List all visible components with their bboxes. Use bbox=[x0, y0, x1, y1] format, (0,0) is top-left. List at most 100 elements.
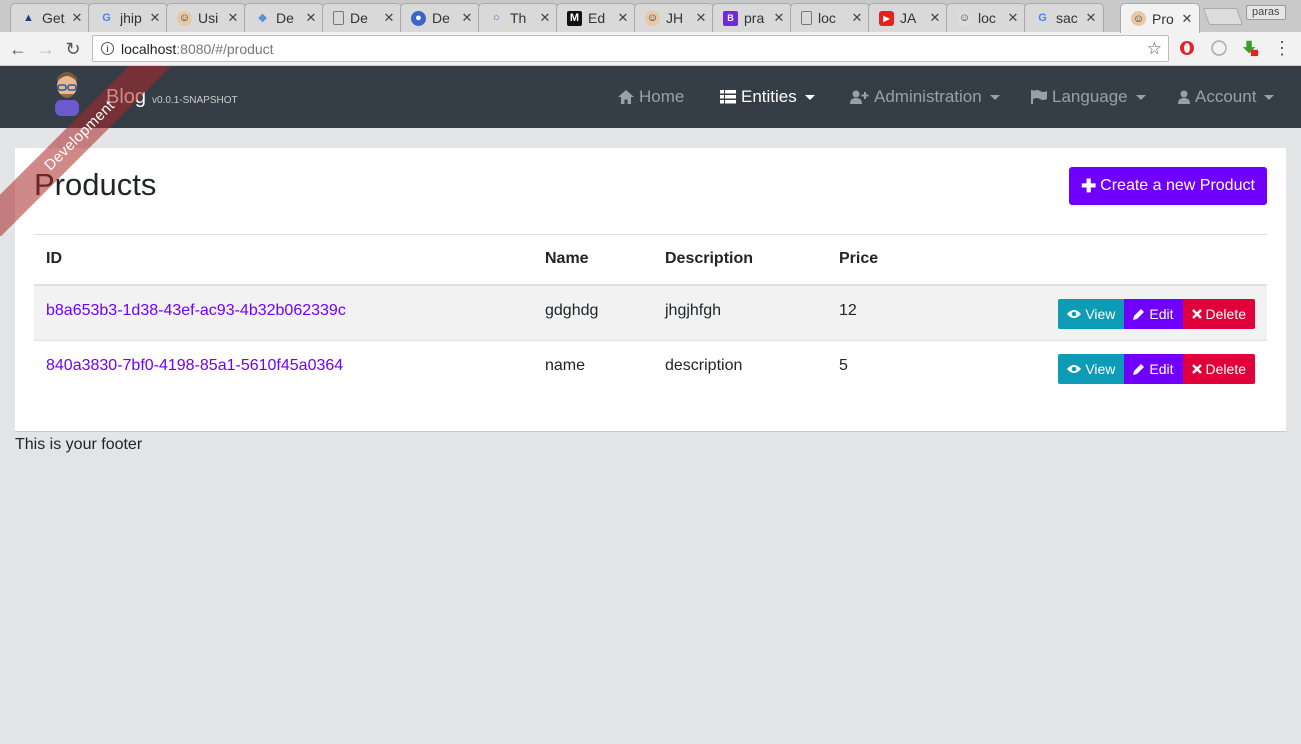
browser-tab[interactable]: ☺ Usi ✕ bbox=[166, 3, 246, 32]
close-icon[interactable]: ✕ bbox=[539, 10, 551, 26]
caret-down-icon bbox=[804, 94, 815, 100]
url-path: :8080/#/product bbox=[176, 40, 274, 57]
jhipster-icon: ☺ bbox=[1131, 11, 1146, 26]
caret-down-icon bbox=[989, 94, 1000, 100]
cell-id: b8a653b3-1d38-43ef-ac93-4b32b062339c bbox=[34, 284, 533, 341]
brand-version: v0.0.1-SNAPSHOT bbox=[152, 94, 238, 106]
brand-title: Blog bbox=[106, 85, 147, 108]
jhipster-icon: ☺ bbox=[957, 10, 972, 26]
jhipster-icon: ☺ bbox=[177, 10, 192, 26]
menu-kebab-icon[interactable]: ⋮ bbox=[1273, 38, 1291, 58]
cell-description: jhgjhfgh bbox=[653, 284, 827, 341]
close-icon[interactable]: ✕ bbox=[383, 10, 395, 26]
view-button[interactable]: View bbox=[1058, 298, 1125, 329]
nav-home[interactable]: Home bbox=[618, 87, 684, 107]
browser-tab[interactable]: M Ed ✕ bbox=[556, 3, 636, 32]
bootstrap-icon: B bbox=[723, 10, 738, 26]
opera-icon[interactable] bbox=[1178, 39, 1196, 57]
bookmark-star-icon[interactable]: ☆ bbox=[1147, 39, 1162, 59]
row-action-group: View Edit Delete bbox=[1058, 298, 1255, 329]
edit-button[interactable]: Edit bbox=[1124, 354, 1183, 384]
table-row: 840a3830-7bf0-4198-85a1-5610f45a0364 nam… bbox=[34, 340, 1267, 397]
delete-button[interactable]: Delete bbox=[1182, 298, 1255, 329]
browser-tab[interactable]: ▲ Get ✕ bbox=[10, 3, 90, 32]
page-icon bbox=[333, 11, 344, 25]
nav-entities[interactable]: Entities bbox=[720, 87, 815, 107]
nav-account[interactable]: Account bbox=[1178, 87, 1275, 107]
browser-tab[interactable]: De ✕ bbox=[322, 3, 402, 32]
profile-badge[interactable]: paras bbox=[1246, 5, 1286, 20]
home-icon bbox=[618, 90, 634, 104]
caret-down-icon bbox=[1264, 94, 1275, 100]
info-icon[interactable]: i bbox=[101, 42, 114, 55]
view-button[interactable]: View bbox=[1058, 354, 1125, 384]
close-icon[interactable]: ✕ bbox=[929, 10, 941, 26]
delete-button[interactable]: Delete bbox=[1182, 354, 1255, 384]
column-header-id[interactable]: ID bbox=[34, 234, 533, 286]
column-header-name[interactable]: Name bbox=[533, 234, 653, 286]
list-icon bbox=[720, 90, 736, 104]
browser-tab[interactable]: B pra ✕ bbox=[712, 3, 792, 32]
cell-price: 5 bbox=[827, 340, 967, 397]
products-card: Products ✚ Create a new Product ID Name … bbox=[15, 148, 1286, 432]
brand-link[interactable]: Blog v0.0.1-SNAPSHOT bbox=[50, 72, 238, 116]
cell-id: 840a3830-7bf0-4198-85a1-5610f45a0364 bbox=[34, 340, 533, 397]
close-icon[interactable]: ✕ bbox=[1007, 10, 1019, 26]
extension-icon[interactable] bbox=[1210, 39, 1228, 57]
address-bar[interactable]: i localhost:8080/#/product ☆ bbox=[92, 35, 1169, 62]
browser-tab-active[interactable]: ☺ Pro ✕ bbox=[1120, 3, 1200, 33]
browser-tab[interactable]: G jhip ✕ bbox=[88, 3, 168, 32]
close-icon[interactable]: ✕ bbox=[1085, 10, 1097, 26]
pencil-icon bbox=[1133, 364, 1145, 375]
edit-button[interactable]: Edit bbox=[1124, 298, 1183, 329]
product-id-link[interactable]: 840a3830-7bf0-4198-85a1-5610f45a0364 bbox=[46, 357, 343, 374]
close-icon[interactable]: ✕ bbox=[617, 10, 629, 26]
reload-icon[interactable]: ↻ bbox=[62, 38, 84, 60]
browser-tab[interactable]: ▶ JA ✕ bbox=[868, 3, 948, 32]
jhipster-icon: ☺ bbox=[645, 10, 660, 26]
browser-tab[interactable]: ○ Th ✕ bbox=[478, 3, 558, 32]
page-footer: This is your footer bbox=[15, 436, 143, 453]
app-navbar: Blog v0.0.1-SNAPSHOT Home Entities Admin… bbox=[0, 66, 1301, 128]
forward-arrow-icon[interactable]: → bbox=[35, 38, 57, 60]
flag-icon bbox=[1031, 90, 1047, 104]
user-icon bbox=[1178, 90, 1190, 104]
browser-tab[interactable]: ❖ De ✕ bbox=[244, 3, 324, 32]
create-product-button[interactable]: ✚ Create a new Product bbox=[1069, 167, 1267, 205]
column-header-description[interactable]: Description bbox=[653, 234, 827, 286]
close-icon[interactable]: ✕ bbox=[1181, 11, 1193, 27]
browser-tab[interactable]: loc ✕ bbox=[790, 3, 870, 32]
page-title: Products bbox=[34, 167, 157, 202]
close-icon[interactable]: ✕ bbox=[461, 10, 473, 26]
jhipster-logo-icon bbox=[50, 72, 84, 116]
column-header-price[interactable]: Price bbox=[827, 234, 967, 286]
cell-actions: View Edit Delete bbox=[967, 284, 1267, 341]
close-icon[interactable]: ✕ bbox=[695, 10, 707, 26]
back-arrow-icon[interactable]: ← bbox=[7, 38, 29, 60]
close-icon[interactable]: ✕ bbox=[851, 10, 863, 26]
close-icon[interactable]: ✕ bbox=[71, 10, 83, 26]
nav-language[interactable]: Language bbox=[1031, 87, 1146, 107]
webpack-icon: ❖ bbox=[257, 12, 268, 25]
cell-name: name bbox=[533, 340, 653, 397]
youtube-icon: ▶ bbox=[879, 10, 894, 26]
close-icon[interactable]: ✕ bbox=[227, 10, 239, 26]
page-icon bbox=[801, 11, 812, 25]
url-host: localhost bbox=[121, 40, 177, 57]
new-tab-button[interactable] bbox=[1202, 8, 1244, 25]
browser-tab[interactable]: G sac ✕ bbox=[1024, 3, 1104, 32]
browser-tab[interactable]: ☺ JH ✕ bbox=[634, 3, 714, 32]
product-id-link[interactable]: b8a653b3-1d38-43ef-ac93-4b32b062339c bbox=[46, 302, 346, 319]
ring-icon: ○ bbox=[493, 12, 500, 24]
nav-administration[interactable]: Administration bbox=[850, 87, 1000, 107]
user-plus-icon bbox=[850, 90, 869, 104]
times-icon bbox=[1191, 308, 1202, 319]
caret-down-icon bbox=[1135, 94, 1146, 100]
medium-icon: M bbox=[567, 10, 582, 26]
browser-tab[interactable]: ● De ✕ bbox=[400, 3, 480, 32]
close-icon[interactable]: ✕ bbox=[305, 10, 317, 26]
browser-tab[interactable]: ☺ loc ✕ bbox=[946, 3, 1026, 32]
close-icon[interactable]: ✕ bbox=[149, 10, 161, 26]
close-icon[interactable]: ✕ bbox=[773, 10, 785, 26]
download-icon[interactable] bbox=[1241, 39, 1259, 57]
